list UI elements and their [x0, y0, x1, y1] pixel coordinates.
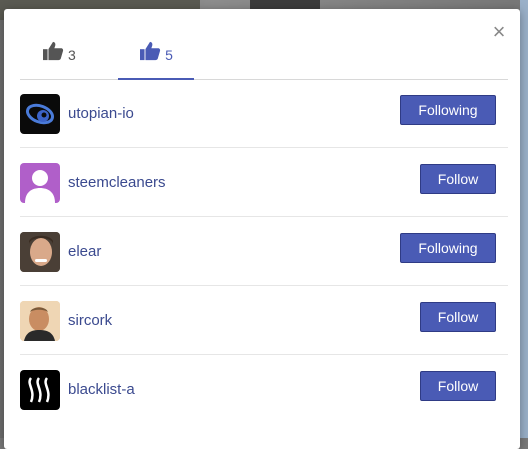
- list-item: elear Following: [20, 217, 508, 286]
- avatar[interactable]: [20, 232, 60, 272]
- username-link[interactable]: steemcleaners: [68, 174, 166, 191]
- vote-tabs: 3 5: [20, 37, 508, 80]
- username-link[interactable]: elear: [68, 243, 101, 260]
- tab-upvotes-active[interactable]: 5: [118, 41, 194, 80]
- avatar[interactable]: [20, 370, 60, 410]
- steem-logo-icon: [28, 377, 50, 403]
- avatar[interactable]: [20, 163, 60, 203]
- following-button[interactable]: Following: [400, 95, 496, 125]
- user-photo-icon: [20, 301, 60, 341]
- following-button[interactable]: Following: [400, 233, 496, 263]
- default-user-icon: [25, 170, 55, 203]
- username-link[interactable]: blacklist-a: [68, 381, 135, 398]
- follow-button[interactable]: Follow: [420, 302, 496, 332]
- tab-upvotes-inactive[interactable]: 3: [42, 41, 102, 78]
- thumbs-up-icon: [140, 41, 161, 61]
- background-content: [520, 0, 528, 438]
- list-item: blacklist-a Follow: [20, 355, 508, 423]
- list-item: steemcleaners Follow: [20, 148, 508, 217]
- follow-button[interactable]: Follow: [420, 371, 496, 401]
- votes-dialog: × 3 5 utopian-io Following steemcleaners…: [4, 9, 520, 449]
- list-item: sircork Follow: [20, 286, 508, 355]
- user-photo-icon: [20, 232, 60, 272]
- thumbs-up-icon: [43, 41, 64, 61]
- utopian-logo-icon: [25, 103, 55, 125]
- tab-count: 3: [68, 47, 76, 63]
- follow-button[interactable]: Follow: [420, 164, 496, 194]
- avatar[interactable]: [20, 301, 60, 341]
- username-link[interactable]: utopian-io: [68, 105, 134, 122]
- avatar[interactable]: [20, 94, 60, 134]
- tab-count: 5: [165, 47, 173, 63]
- username-link[interactable]: sircork: [68, 312, 112, 329]
- voter-list: utopian-io Following steemcleaners Follo…: [20, 79, 508, 423]
- list-item: utopian-io Following: [20, 79, 508, 148]
